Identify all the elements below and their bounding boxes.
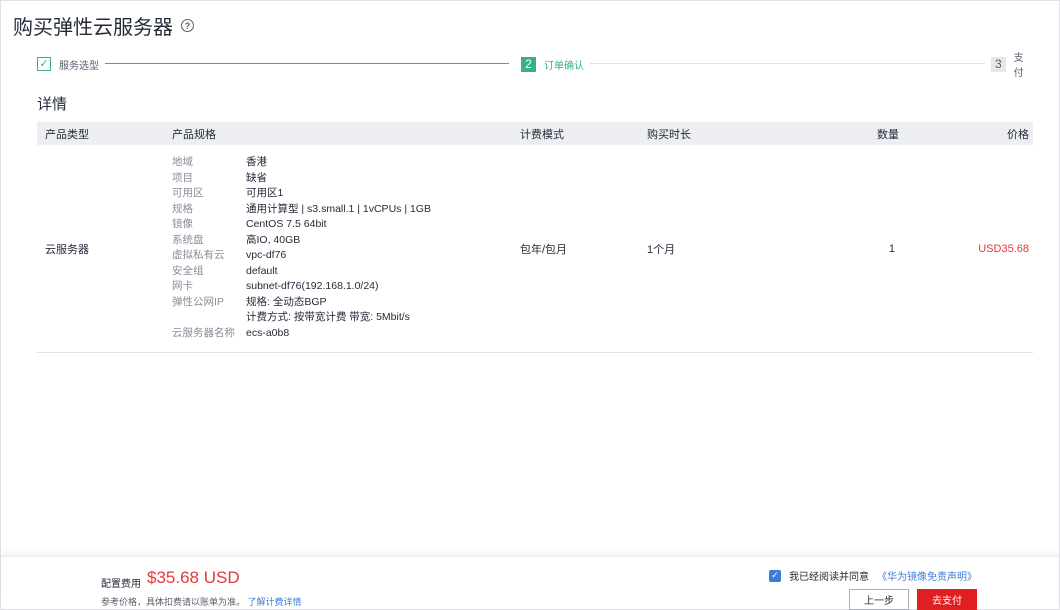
spec-value: ecs-a0b8: [246, 326, 290, 339]
page-title-text: 购买弹性云服务器: [13, 17, 173, 39]
question-circle-icon[interactable]: ?: [181, 19, 194, 32]
step-2-label: 订单确认: [544, 60, 584, 72]
spec-key: 地域: [172, 156, 193, 168]
order-table: 产品类型 产品规格 计费模式 购买时长 数量 价格 云服务器 地域 香港项目 缺省可…: [37, 122, 1033, 353]
agree-text: 我已经阅读并同意: [789, 572, 869, 583]
column-header-spec: 产品规格: [172, 128, 216, 141]
spec-key: 弹性公网IP: [172, 295, 224, 308]
reference-note: 参考价格，具体扣费请以账单为准。 了解计费详情: [101, 595, 302, 608]
page-title: 购买弹性云服务器 ?: [13, 11, 194, 40]
spec-value: 规格: 全动态BGP: [246, 295, 327, 308]
spec-value: 香港: [246, 156, 267, 168]
column-header-billing: 计费模式: [520, 128, 564, 141]
spec-row: 镜像 CentOS 7.5 64bit: [172, 217, 431, 233]
column-header-price: 价格: [1007, 128, 1029, 141]
spec-row: 项目 缺省: [172, 171, 431, 187]
footer-bar: 配置费用 $35.68 USD 参考价格，具体扣费请以账单为准。 了解计费详情 …: [1, 556, 1059, 610]
spec-value: 计费方式: 按带宽计费 带宽: 5Mbit/s: [246, 311, 410, 323]
spec-list: 地域 香港项目 缺省可用区 可用区1 规格 通用计算型 | s3.small.1 | 1v…: [172, 155, 431, 341]
step-indicator: ✓ 服务选型 2 订单确认 3 支付: [37, 53, 1033, 79]
spec-key: 虚拟私有云: [172, 249, 225, 261]
spec-key: 安全组: [172, 264, 204, 277]
spec-row: 虚拟私有云 vpc-df76: [172, 248, 431, 264]
column-header-duration: 购买时长: [647, 128, 691, 141]
step-2-number: 2: [521, 56, 536, 72]
spec-value: default: [246, 264, 278, 277]
fee-label: 配置费用: [101, 579, 141, 590]
column-header-quantity: 数量: [877, 128, 899, 141]
pay-button[interactable]: 去支付: [917, 589, 977, 610]
spec-row: 地域 香港: [172, 155, 431, 171]
step-1: ✓ 服务选型: [37, 54, 105, 74]
page-frame: 购买弹性云服务器 ? ✓ 服务选型 2 订单确认 3 支付 详情 产品类型 产品…: [0, 0, 1060, 610]
column-header-type: 产品类型: [45, 128, 89, 141]
spec-key: 规格: [172, 202, 193, 215]
spec-value: 高IO, 40GB: [246, 233, 301, 246]
spec-row: 安全组 default: [172, 264, 431, 280]
spec-value: 缺省: [246, 171, 267, 184]
spec-value: 通用计算型 | s3.small.1 | 1vCPUs | 1GB: [246, 202, 431, 215]
spec-key: 网卡: [172, 280, 193, 292]
purchase-duration: 1个月: [647, 244, 676, 256]
quantity-value: 1: [888, 243, 895, 255]
spec-key: 项目: [172, 171, 193, 184]
step-3: 3 支付: [985, 53, 1033, 79]
billing-mode: 包年/包月: [520, 244, 568, 256]
price-value: USD35.68: [978, 243, 1029, 255]
step-3-number: 3: [991, 56, 1006, 72]
spec-key: 云服务器名称: [172, 326, 235, 339]
step-line-todo: [581, 63, 985, 64]
spec-key: 可用区: [172, 187, 204, 199]
disclaimer-link[interactable]: 《华为镜像免责声明》: [877, 568, 977, 583]
step-1-label: 服务选型: [59, 60, 99, 72]
spec-value: CentOS 7.5 64bit: [246, 218, 327, 230]
spec-row: 系统盘 高IO, 40GB: [172, 233, 431, 249]
previous-button[interactable]: 上一步: [849, 589, 909, 610]
spec-row: 可用区 可用区1: [172, 186, 431, 202]
spec-row: 弹性公网IP 规格: 全动态BGP: [172, 295, 431, 311]
spec-key: [172, 310, 246, 326]
spec-row: 网卡 subnet-df76(192.168.1.0/24): [172, 279, 431, 295]
spec-value: 可用区1: [246, 187, 284, 199]
billing-details-link[interactable]: 了解计费详情: [248, 597, 302, 607]
agreement: ✓ 我已经阅读并同意 《华为镜像免责声明》: [769, 568, 977, 583]
spec-key: 镜像: [172, 218, 193, 230]
fee-value: $35.68 USD: [147, 568, 240, 587]
spec-row: 规格 通用计算型 | s3.small.1 | 1vCPUs | 1GB: [172, 202, 431, 218]
spec-row: 计费方式: 按带宽计费 带宽: 5Mbit/s: [172, 310, 431, 326]
reference-note-text: 参考价格，具体扣费请以账单为准。: [101, 597, 246, 607]
spec-row: 云服务器名称 ecs-a0b8: [172, 326, 431, 342]
spec-value: subnet-df76(192.168.1.0/24): [246, 280, 379, 292]
step-2: 2 订单确认: [515, 54, 590, 74]
spec-key: 系统盘: [172, 233, 204, 246]
section-title: 详情: [37, 96, 68, 113]
step-3-label: 支付: [1013, 53, 1024, 79]
spec-value: vpc-df76: [246, 249, 287, 261]
product-type: 云服务器: [45, 244, 89, 256]
step-line-done: [103, 63, 509, 64]
agree-checkbox[interactable]: ✓: [769, 569, 781, 582]
check-icon: ✓: [37, 57, 51, 71]
table-header: 产品类型 产品规格 计费模式 购买时长 数量 价格: [37, 122, 1033, 145]
table-row: 云服务器 地域 香港项目 缺省可用区 可用区1 规格 通用计算型 | s3.small.1…: [37, 145, 1033, 353]
